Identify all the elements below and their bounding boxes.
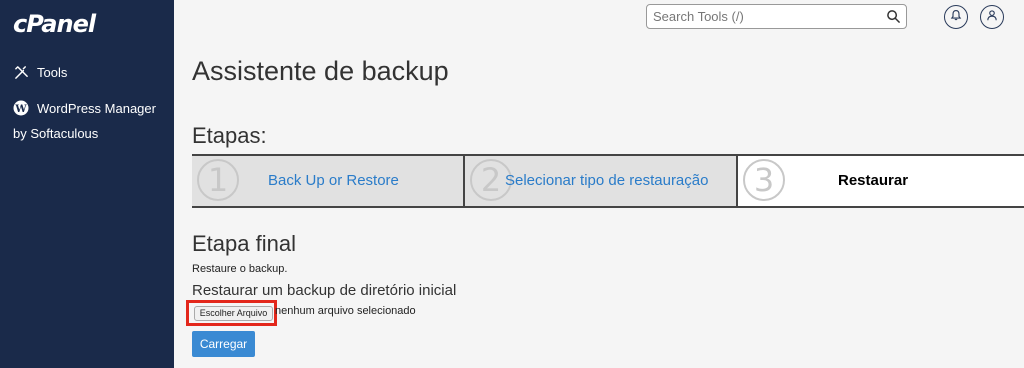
choose-file-button[interactable]: Escolher Arquivo — [194, 306, 273, 321]
steps-title: Etapas: — [192, 123, 267, 148]
upload-button[interactable]: Carregar — [192, 331, 255, 357]
step-link-back-up-or-restore[interactable]: Back Up or Restore — [268, 172, 399, 189]
user-menu-button[interactable] — [980, 5, 1004, 29]
user-icon — [986, 8, 998, 26]
restore-home-dir-title: Restaurar um backup de diretório inicial — [192, 282, 457, 299]
sidebar: cPanel Tools W WordPress Manager by Soft… — [0, 0, 174, 368]
sidebar-item-label: WordPress Manager — [37, 100, 156, 116]
step-1: 1 Back Up or Restore — [192, 156, 465, 206]
step-3: 3 Restaurar — [738, 156, 1024, 206]
main-content: Assistente de backup Etapas: 1 Back Up o… — [174, 34, 1024, 368]
page-title: Assistente de backup — [192, 56, 449, 86]
cpanel-logo[interactable]: cPanel — [13, 10, 96, 38]
sidebar-item-wordpress-manager[interactable]: W WordPress Manager — [13, 100, 156, 116]
bell-icon — [950, 8, 962, 26]
step-label-current: Restaurar — [838, 172, 909, 189]
sidebar-item-sublabel[interactable]: by Softaculous — [13, 126, 98, 141]
step-number: 1 — [197, 159, 239, 201]
step-number: 3 — [743, 159, 785, 201]
topbar — [174, 0, 1024, 34]
notifications-button[interactable] — [944, 5, 968, 29]
sidebar-item-tools[interactable]: Tools — [13, 64, 67, 80]
step-link-select-restore-type[interactable]: Selecionar tipo de restauração — [505, 172, 708, 189]
restore-description: Restaure o backup. — [192, 263, 288, 275]
search-icon[interactable] — [886, 9, 901, 24]
sidebar-item-label: Tools — [37, 64, 68, 80]
no-file-selected-text: nenhum arquivo selecionado — [275, 305, 416, 317]
search-input[interactable] — [647, 5, 877, 28]
tools-icon — [13, 64, 29, 80]
search-box — [646, 4, 907, 29]
final-step-title: Etapa final — [192, 231, 296, 256]
step-2: 2 Selecionar tipo de restauração — [465, 156, 738, 206]
svg-text:W: W — [14, 104, 27, 115]
steps-bar: 1 Back Up or Restore 2 Selecionar tipo d… — [192, 154, 1024, 208]
file-input-row: Escolher Arquivo nenhum arquivo selecion… — [186, 300, 612, 326]
wordpress-icon: W — [13, 100, 29, 116]
